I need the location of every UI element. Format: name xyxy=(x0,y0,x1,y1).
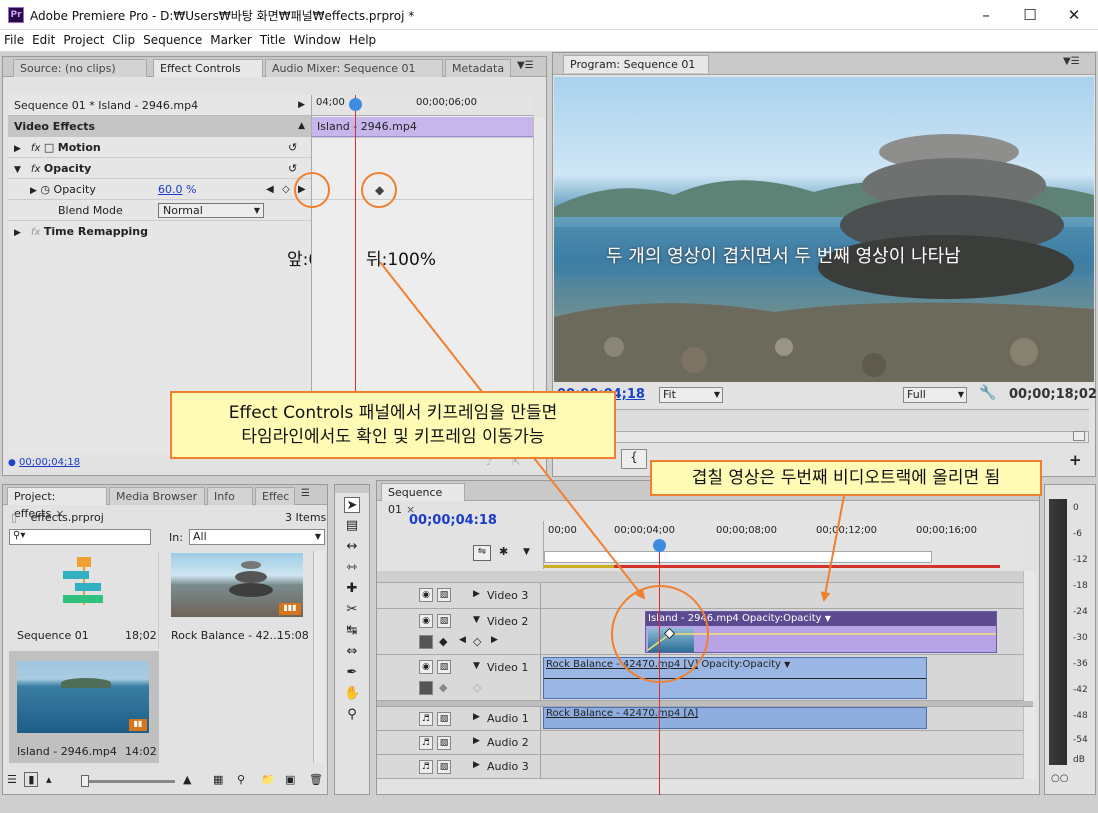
callout-line-1: Effect Controls 패널에서 키프레임을 만들면 xyxy=(228,403,558,423)
callout-effect-controls: Effect Controls 패널에서 키프레임을 만들면 타임라인에서도 확… xyxy=(170,391,616,459)
highlight-circle xyxy=(611,585,709,683)
callout-line-2: 타임라인에서도 확인 및 키프레임 이동가능 xyxy=(241,427,545,447)
callout-overlap: 겹칠 영상은 두번째 비디오트랙에 올리면 됨 xyxy=(650,460,1042,496)
arrow-to-track xyxy=(820,495,845,602)
